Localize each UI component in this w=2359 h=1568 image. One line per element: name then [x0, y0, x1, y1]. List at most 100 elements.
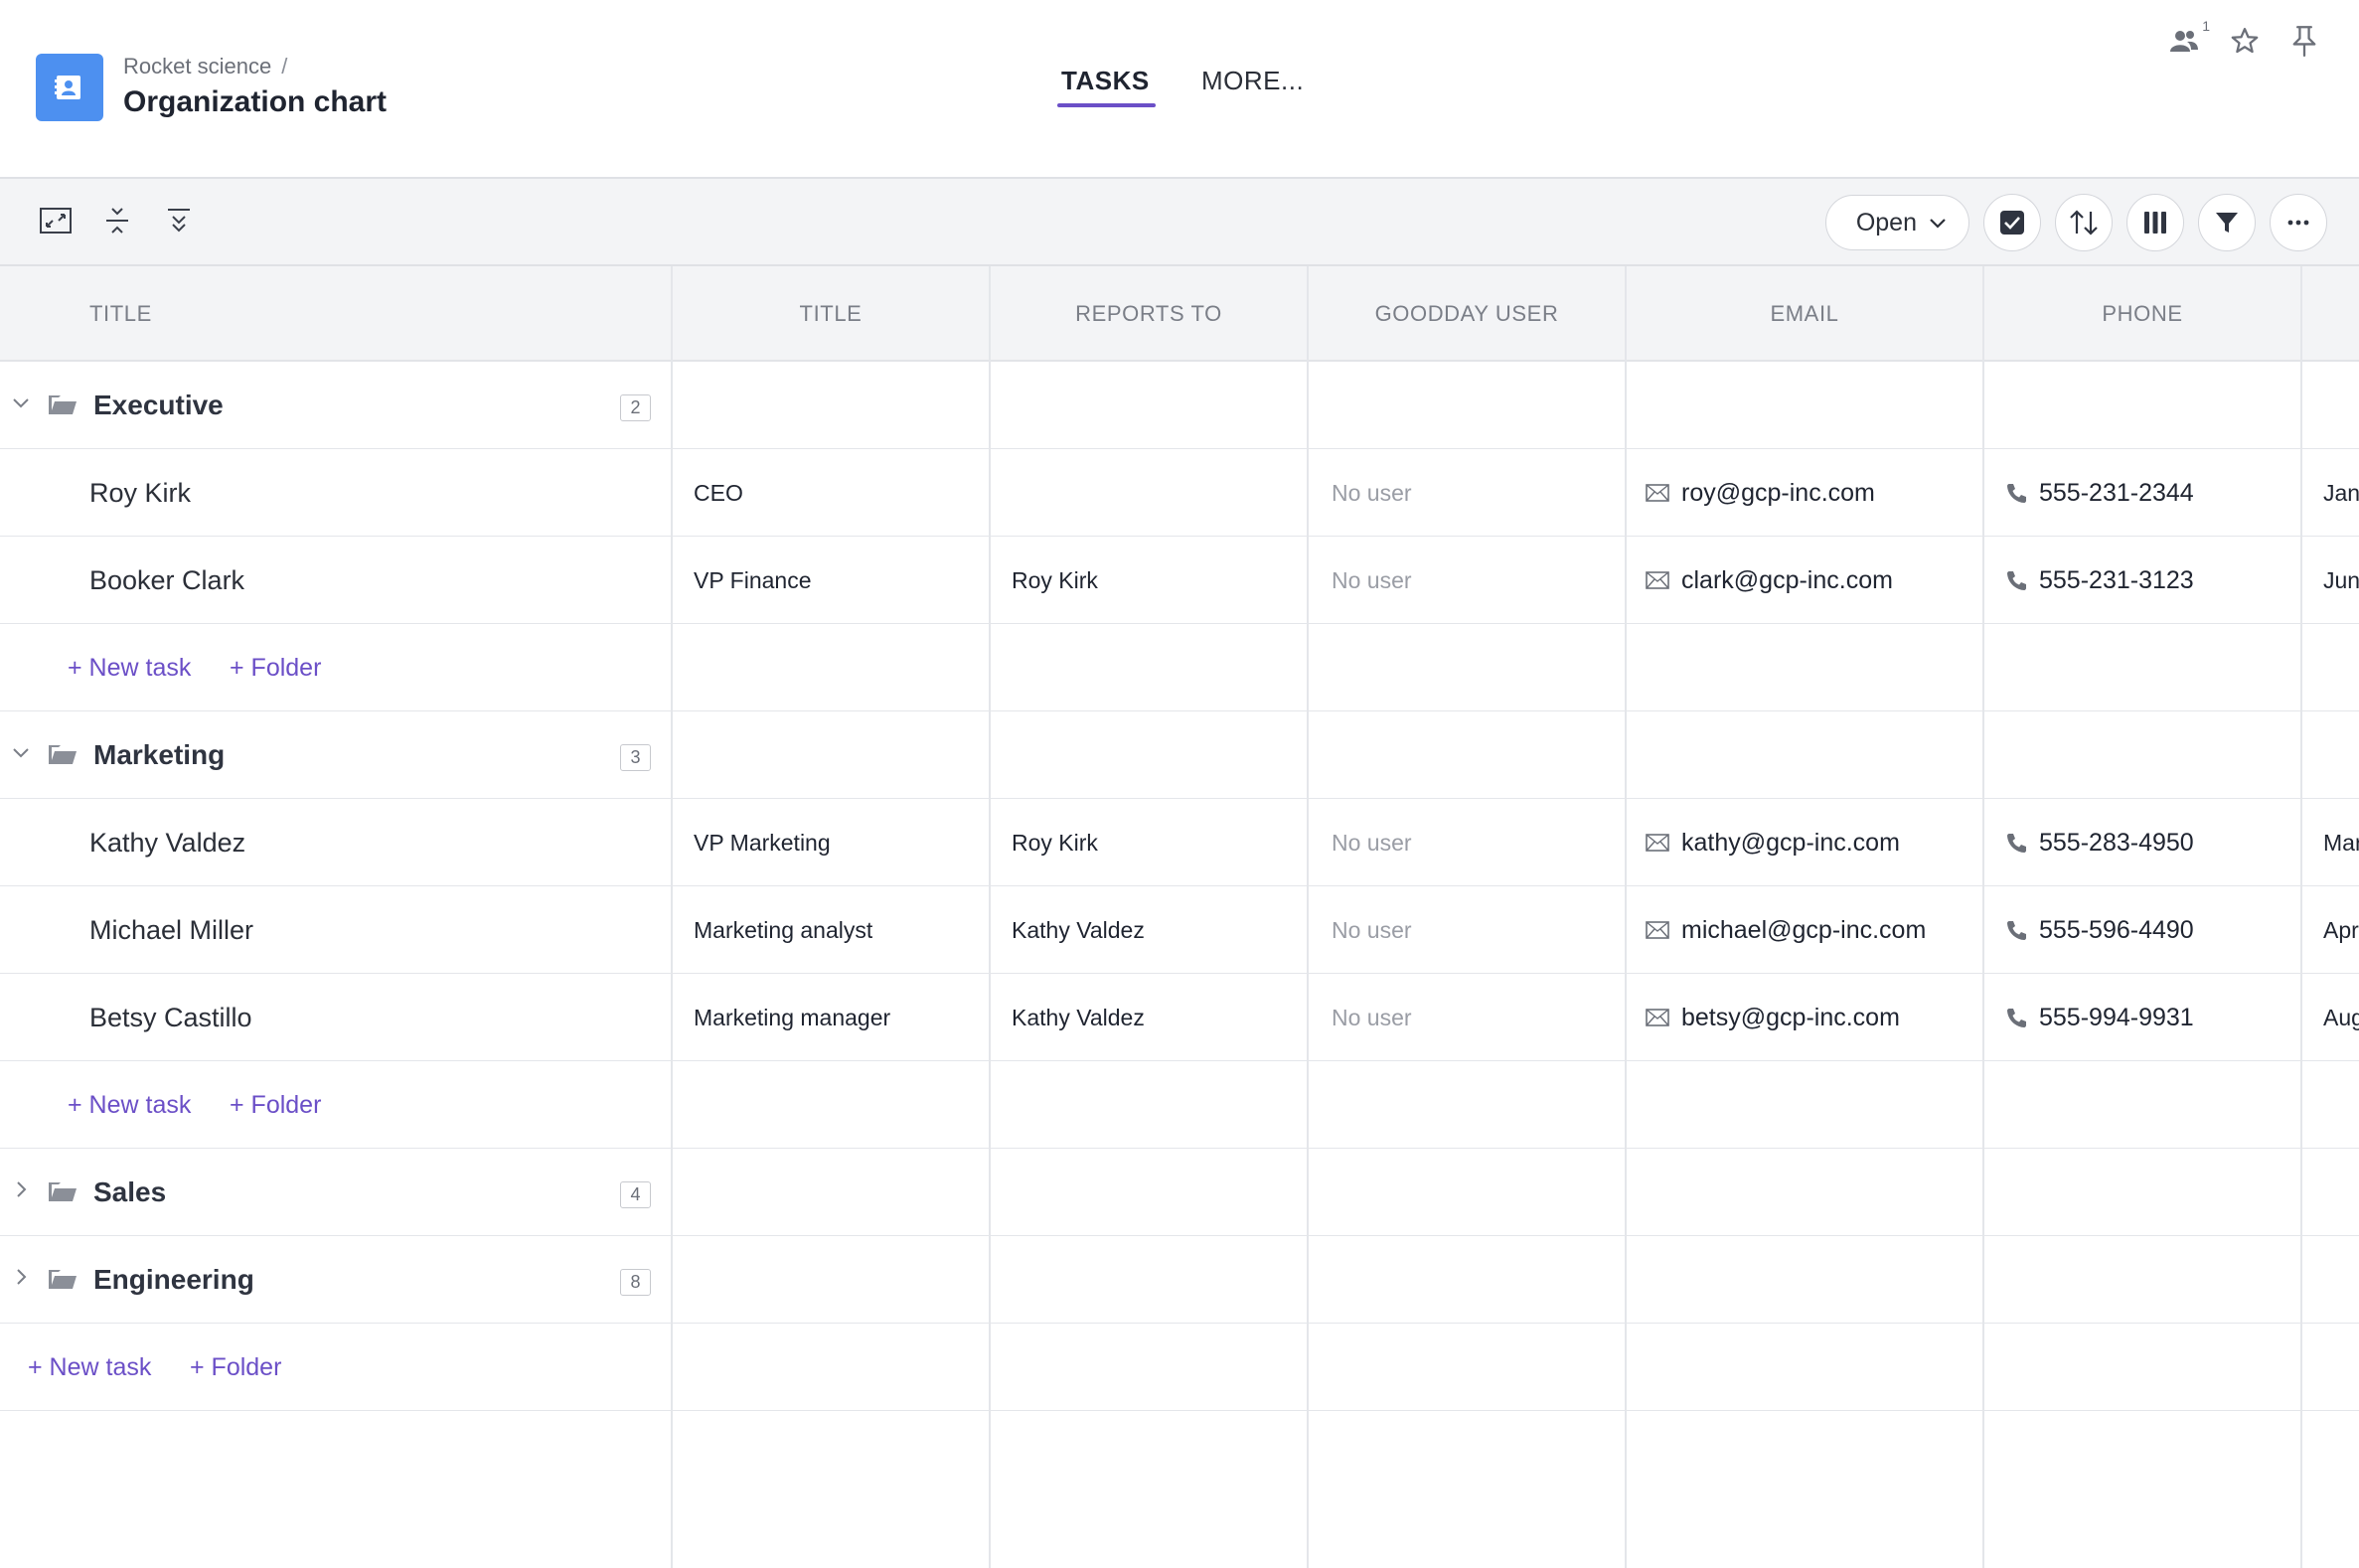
- task-name[interactable]: Michael Miller: [89, 886, 253, 974]
- task-row[interactable]: Kathy Valdez VP Marketing Roy Kirk No us…: [0, 799, 2359, 886]
- phone-cell[interactable]: 555-283-4950: [2005, 799, 2194, 886]
- email-value: michael@gcp-inc.com: [1681, 915, 1927, 944]
- envelope-icon: [1646, 484, 1669, 502]
- more-options-button[interactable]: [2270, 194, 2327, 251]
- group-row-sales[interactable]: Sales 4: [0, 1149, 2359, 1236]
- columns-button[interactable]: [2126, 194, 2184, 251]
- new-folder-link[interactable]: + Folder: [190, 1324, 281, 1411]
- goodday-user-cell[interactable]: No user: [1332, 449, 1412, 537]
- column-header-title[interactable]: TITLE: [0, 266, 672, 362]
- show-completed-button[interactable]: [1983, 194, 2041, 251]
- users-button[interactable]: 1: [2168, 18, 2210, 58]
- reports-to-cell[interactable]: Kathy Valdez: [1012, 974, 1145, 1061]
- phone-cell[interactable]: 555-231-3123: [2005, 537, 2194, 624]
- group-row-engineering[interactable]: Engineering 8: [0, 1236, 2359, 1324]
- breadcrumb-project[interactable]: Rocket science: [123, 54, 271, 78]
- phone-cell[interactable]: 555-596-4490: [2005, 886, 2194, 974]
- column-header-goodday-user[interactable]: GOODDAY USER: [1308, 266, 1626, 362]
- email-cell[interactable]: betsy@gcp-inc.com: [1646, 974, 1900, 1061]
- breadcrumb: Rocket science /: [123, 54, 287, 79]
- reports-to-cell[interactable]: Kathy Valdez: [1012, 886, 1145, 974]
- column-header-phone[interactable]: PHONE: [1983, 266, 2301, 362]
- favorite-button[interactable]: [2228, 24, 2262, 58]
- job-title-cell[interactable]: Marketing analyst: [694, 886, 872, 974]
- reports-to-cell[interactable]: Roy Kirk: [1012, 799, 1098, 886]
- group-row-executive[interactable]: Executive 2: [0, 362, 2359, 449]
- email-value: clark@gcp-inc.com: [1681, 565, 1893, 594]
- expand-all-button[interactable]: [161, 203, 197, 238]
- group-name[interactable]: Sales: [93, 1149, 166, 1236]
- task-row[interactable]: Betsy Castillo Marketing manager Kathy V…: [0, 974, 2359, 1061]
- task-name[interactable]: Kathy Valdez: [89, 799, 245, 886]
- new-task-link[interactable]: + New task: [68, 624, 191, 711]
- column-header-email[interactable]: EMAIL: [1626, 266, 1983, 362]
- group-name[interactable]: Executive: [93, 362, 224, 449]
- phone-icon: [2005, 569, 2027, 591]
- tab-tasks[interactable]: TASKS: [1057, 66, 1156, 107]
- status-filter-select[interactable]: Open: [1824, 195, 1969, 250]
- goodday-user-cell[interactable]: No user: [1332, 537, 1412, 624]
- group-name[interactable]: Engineering: [93, 1236, 254, 1324]
- project-icon[interactable]: [36, 54, 103, 121]
- job-title-cell[interactable]: CEO: [694, 449, 743, 537]
- sort-button[interactable]: [2055, 194, 2113, 251]
- group-name[interactable]: Marketing: [93, 711, 225, 799]
- email-value: betsy@gcp-inc.com: [1681, 1003, 1900, 1031]
- column-header-reports-to[interactable]: REPORTS TO: [990, 266, 1308, 362]
- date-cell[interactable]: Mar: [2323, 799, 2359, 886]
- goodday-user-cell[interactable]: No user: [1332, 886, 1412, 974]
- expand-toggle[interactable]: [10, 1266, 32, 1288]
- job-title-cell[interactable]: Marketing manager: [694, 974, 890, 1061]
- date-cell[interactable]: Apr: [2323, 886, 2359, 974]
- folder-open-icon: [49, 745, 77, 764]
- filter-button[interactable]: [2198, 194, 2256, 251]
- more-icon: [2287, 220, 2309, 226]
- new-task-link[interactable]: + New task: [68, 1061, 191, 1149]
- new-task-link[interactable]: + New task: [28, 1324, 151, 1411]
- collapse-toggle[interactable]: [10, 741, 32, 763]
- new-folder-link[interactable]: + Folder: [230, 1061, 321, 1149]
- reports-to-cell[interactable]: Roy Kirk: [1012, 537, 1098, 624]
- collapse-toggle[interactable]: [10, 392, 32, 413]
- email-cell[interactable]: michael@gcp-inc.com: [1646, 886, 1926, 974]
- task-row[interactable]: Michael Miller Marketing analyst Kathy V…: [0, 886, 2359, 974]
- group-count-badge: 4: [620, 1181, 651, 1208]
- envelope-icon: [1646, 834, 1669, 852]
- breadcrumb-separator: /: [281, 54, 288, 78]
- columns-icon: [2144, 212, 2166, 234]
- job-title-cell[interactable]: VP Marketing: [694, 799, 831, 886]
- phone-cell[interactable]: 555-994-9931: [2005, 974, 2194, 1061]
- task-name[interactable]: Booker Clark: [89, 537, 244, 624]
- folder-open-icon: [49, 395, 77, 414]
- task-row[interactable]: Booker Clark VP Finance Roy Kirk No user…: [0, 537, 2359, 624]
- goodday-user-cell[interactable]: No user: [1332, 974, 1412, 1061]
- date-cell[interactable]: Jun: [2323, 537, 2359, 624]
- phone-cell[interactable]: 555-231-2344: [2005, 449, 2194, 537]
- date-cell[interactable]: Jan: [2323, 449, 2359, 537]
- date-cell[interactable]: Aug: [2323, 974, 2359, 1061]
- group-row-marketing[interactable]: Marketing 3: [0, 711, 2359, 799]
- task-row[interactable]: Roy Kirk CEO No user roy@gcp-inc.com 555…: [0, 449, 2359, 537]
- filter-icon: [2216, 213, 2238, 233]
- envelope-icon: [1646, 571, 1669, 589]
- tab-more[interactable]: MORE...: [1201, 66, 1304, 96]
- phone-icon: [2005, 832, 2027, 854]
- job-title-cell[interactable]: VP Finance: [694, 537, 811, 624]
- column-header-job-title[interactable]: TITLE: [672, 266, 990, 362]
- phone-icon: [2005, 1007, 2027, 1028]
- folder-open-icon: [49, 1182, 77, 1201]
- task-name[interactable]: Betsy Castillo: [89, 974, 252, 1061]
- new-folder-link[interactable]: + Folder: [230, 624, 321, 711]
- add-row-root: + New task + Folder: [0, 1324, 2359, 1411]
- task-name[interactable]: Roy Kirk: [89, 449, 191, 537]
- email-cell[interactable]: roy@gcp-inc.com: [1646, 449, 1875, 537]
- email-cell[interactable]: clark@gcp-inc.com: [1646, 537, 1893, 624]
- envelope-icon: [1646, 1009, 1669, 1026]
- collapse-all-button[interactable]: [99, 203, 135, 238]
- pin-button[interactable]: [2287, 24, 2321, 58]
- goodday-user-cell[interactable]: No user: [1332, 799, 1412, 886]
- expand-toggle[interactable]: [10, 1178, 32, 1200]
- phone-value: 555-994-9931: [2039, 1003, 2194, 1031]
- fullscreen-button[interactable]: [38, 203, 74, 238]
- email-cell[interactable]: kathy@gcp-inc.com: [1646, 799, 1900, 886]
